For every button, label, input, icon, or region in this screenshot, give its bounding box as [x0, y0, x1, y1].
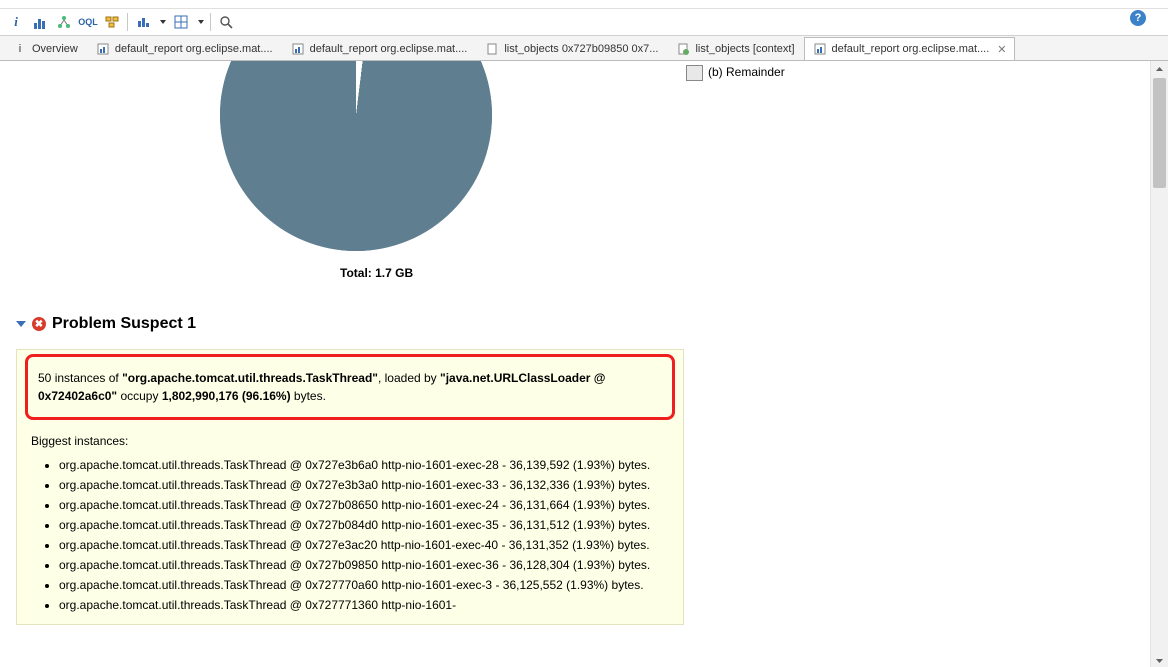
doc-icon: [676, 42, 690, 56]
legend-label-remainder: (b) Remainder: [708, 65, 785, 79]
toolbar-run-report-button[interactable]: [131, 10, 155, 34]
toolbar-query-button[interactable]: [169, 10, 193, 34]
summary-classname: "org.apache.tomcat.util.threads.TaskThre…: [122, 371, 378, 385]
list-item: org.apache.tomcat.util.threads.TaskThrea…: [59, 556, 669, 574]
scroll-up-button[interactable]: [1151, 61, 1168, 78]
pie-chart-area: (b) Remainder: [0, 61, 1151, 261]
toolbar-oql-button[interactable]: OQL: [76, 10, 100, 34]
close-icon[interactable]: ✕: [997, 43, 1006, 56]
toolbar-separator: [127, 13, 128, 31]
toolbar-search-button[interactable]: [214, 10, 238, 34]
toolbar-overview-button[interactable]: i: [4, 10, 28, 34]
tab-label: list_objects 0x727b09850 0x7...: [504, 43, 658, 55]
scroll-track[interactable]: [1151, 78, 1168, 653]
toolbar: i OQL ?: [0, 9, 1168, 36]
problem-description-box: 50 instances of "org.apache.tomcat.util.…: [16, 349, 684, 625]
tab-label: default_report org.eclipse.mat....: [310, 43, 468, 55]
toolbar-run-report-dropdown[interactable]: [155, 10, 169, 34]
tab-label: Overview: [32, 43, 78, 55]
list-item: org.apache.tomcat.util.threads.TaskThrea…: [59, 476, 669, 494]
scroll-down-button[interactable]: [1151, 653, 1168, 667]
tab-label: default_report org.eclipse.mat....: [115, 43, 273, 55]
tab-default-report-active[interactable]: default_report org.eclipse.mat.... ✕: [804, 37, 1016, 61]
report-content: (b) Remainder Total: 1.7 GB ✖ Problem Su…: [0, 61, 1151, 667]
window-top-strip: [0, 0, 1168, 9]
list-item: org.apache.tomcat.util.threads.TaskThrea…: [59, 596, 669, 614]
info-icon: i: [13, 42, 27, 56]
list-item: org.apache.tomcat.util.threads.TaskThrea…: [59, 516, 669, 534]
tab-default-report-1[interactable]: default_report org.eclipse.mat....: [87, 37, 282, 60]
summary-tail: bytes.: [291, 389, 326, 403]
tab-list-objects-context[interactable]: list_objects [context]: [667, 37, 803, 60]
toolbar-separator: [210, 13, 211, 31]
list-item: org.apache.tomcat.util.threads.TaskThrea…: [59, 496, 669, 514]
tab-list-objects-1[interactable]: list_objects 0x727b09850 0x7...: [476, 37, 667, 60]
report-icon: [813, 42, 827, 56]
list-item: org.apache.tomcat.util.threads.TaskThrea…: [59, 456, 669, 474]
biggest-instances-label: Biggest instances:: [31, 432, 669, 450]
section-header: ✖ Problem Suspect 1: [16, 315, 1151, 333]
pie-chart-slice-remainder: [220, 61, 492, 251]
list-item: org.apache.tomcat.util.threads.TaskThrea…: [59, 576, 669, 594]
legend-swatch-remainder: [686, 65, 703, 81]
tab-overview[interactable]: i Overview: [4, 37, 87, 60]
report-icon: [291, 42, 305, 56]
collapse-toggle-icon[interactable]: [16, 321, 26, 327]
report-icon: [96, 42, 110, 56]
help-icon[interactable]: ?: [1130, 10, 1146, 26]
toolbar-query-dropdown[interactable]: [193, 10, 207, 34]
toolbar-dominator-button[interactable]: [52, 10, 76, 34]
summary-loaded-text: , loaded by: [378, 371, 440, 385]
biggest-instances-list: org.apache.tomcat.util.threads.TaskThrea…: [31, 456, 669, 614]
section-title: Problem Suspect 1: [52, 315, 196, 333]
tab-label: default_report org.eclipse.mat....: [832, 43, 990, 55]
tab-default-report-2[interactable]: default_report org.eclipse.mat....: [282, 37, 477, 60]
pie-total-label: Total: 1.7 GB: [340, 266, 413, 280]
editor-tabs: i Overview default_report org.eclipse.ma…: [0, 36, 1168, 61]
toolbar-histogram-button[interactable]: [28, 10, 52, 34]
error-icon: ✖: [32, 317, 46, 331]
toolbar-threads-button[interactable]: [100, 10, 124, 34]
summary-count: 50: [38, 371, 51, 385]
summary-bytes: 1,802,990,176 (96.16%): [162, 389, 291, 403]
doc-icon: [485, 42, 499, 56]
tab-label: list_objects [context]: [695, 43, 794, 55]
scroll-thumb[interactable]: [1153, 78, 1166, 188]
vertical-scrollbar[interactable]: [1150, 61, 1168, 667]
summary-occupy-text: occupy: [117, 389, 162, 403]
list-item: org.apache.tomcat.util.threads.TaskThrea…: [59, 536, 669, 554]
summary-callout: 50 instances of "org.apache.tomcat.util.…: [25, 354, 675, 420]
